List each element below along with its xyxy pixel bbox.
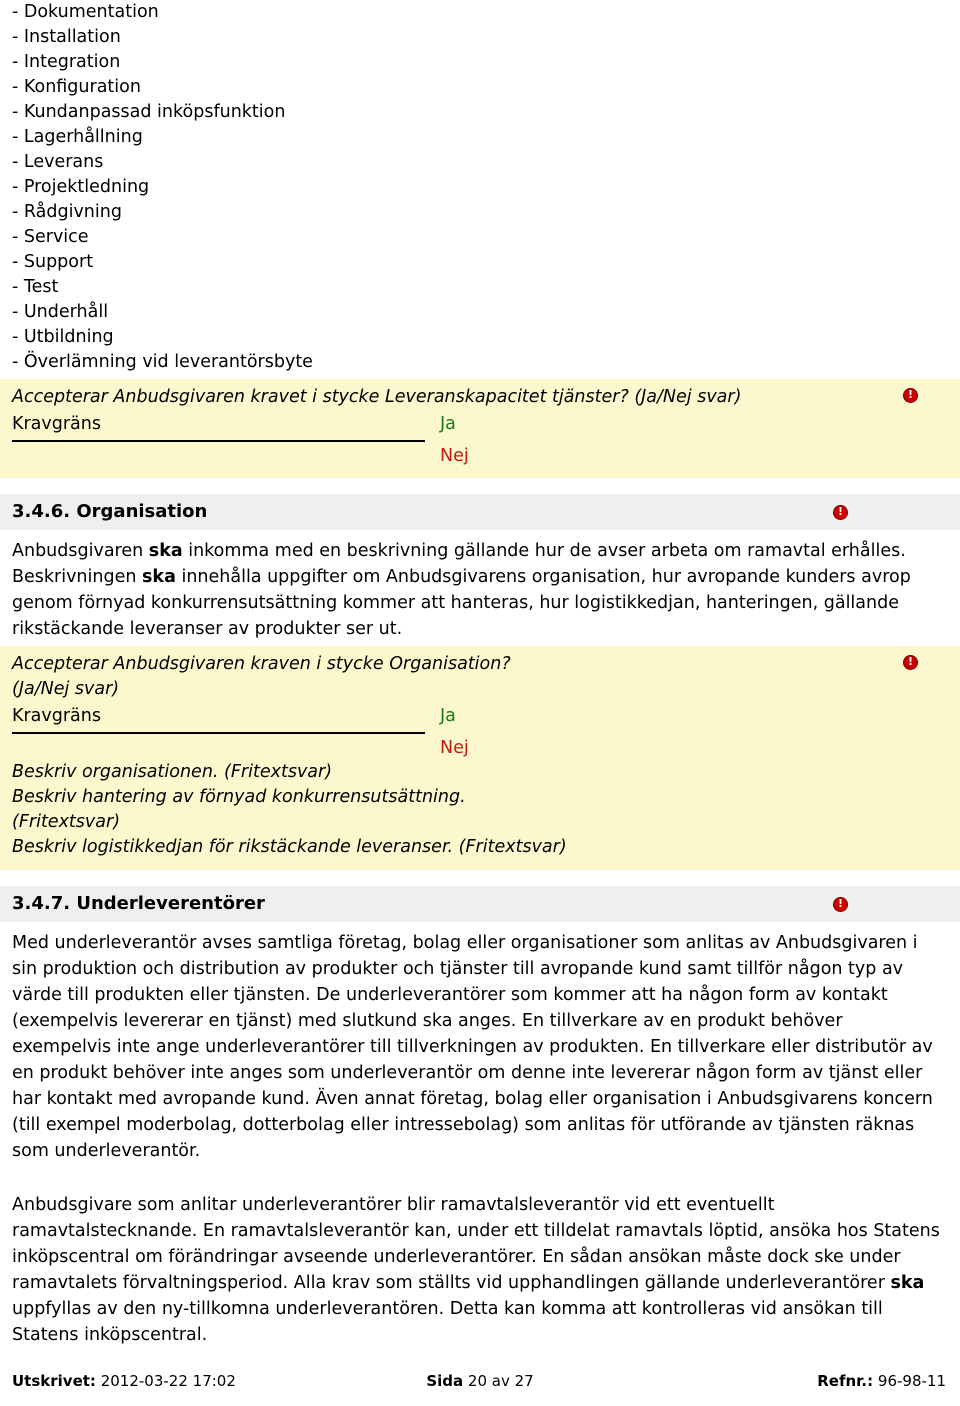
document-page: - Dokumentation - Installation - Integra… [0,0,960,1406]
section-347-paragraph-1: Med underleverantör avses samtliga föret… [12,933,933,1161]
freetext-prompt: (Fritextsvar) [12,812,121,832]
list-item: - Kundanpassad inköpsfunktion [12,102,286,122]
requirement-question-line1: Accepterar Anbudsgivaren kraven i stycke… [12,654,511,674]
emphasis-ska: ska [890,1273,925,1293]
section-title: 3.4.7. Underleverentörer [12,893,265,914]
footer-page-value: 20 av 27 [467,1372,534,1390]
list-item: - Projektledning [12,177,150,197]
list-item: - Support [12,252,94,272]
list-item: - Dokumentation [12,2,159,22]
list-item: - Underhåll [12,302,109,322]
list-item: - Rådgivning [12,202,122,222]
requirement-block-leveranskapacitet: Accepterar Anbudsgivaren kravet i stycke… [0,379,960,478]
kravgrans-label: Kravgräns [12,704,425,734]
list-item: - Utbildning [12,327,114,347]
section-347-paragraph-2: Anbudsgivare som anlitar underleverantör… [0,1192,960,1348]
answer-option-nej[interactable]: Nej [440,444,560,468]
footer-page: Sida 20 av 27 [0,1370,960,1392]
section-346-paragraph: Anbudsgivaren ska inkomma med en beskriv… [0,538,960,642]
requirement-question: Accepterar Anbudsgivaren kravet i stycke… [12,387,742,407]
kravgrans-label: Kravgräns [12,412,425,442]
answer-options: Ja Nej [440,412,560,468]
service-bullet-list: - Dokumentation - Installation - Integra… [0,0,960,375]
kravgrans-row: Kravgräns Ja Nej [0,704,960,760]
warning-exclamation-icon [833,897,848,912]
page-footer: Utskrivet: 2012-03-22 17:02 Sida 20 av 2… [0,1370,960,1392]
freetext-prompt: Beskriv hantering av förnyad konkurrensu… [12,787,466,807]
text-fragment: uppfyllas av den ny-tillkomna underlever… [12,1299,883,1345]
footer-page-label: Sida [426,1372,464,1390]
answer-option-ja[interactable]: Ja [440,412,560,436]
text-fragment: Anbudsgivaren [12,541,149,561]
answer-options: Ja Nej [440,704,560,760]
list-item: - Test [12,277,59,297]
list-item: - Integration [12,52,121,72]
footer-ref-label: Refnr.: [817,1372,874,1390]
answer-option-ja[interactable]: Ja [440,704,560,728]
requirement-block-organisation: Accepterar Anbudsgivaren kraven i stycke… [0,646,960,870]
list-item: - Konfiguration [12,77,141,97]
kravgrans-row: Kravgräns Ja Nej [0,412,960,468]
warning-exclamation-icon [903,655,918,670]
warning-exclamation-icon [833,505,848,520]
emphasis-ska: ska [148,541,183,561]
footer-ref: Refnr.: 96-98-11 [817,1370,946,1392]
text-fragment: Anbudsgivare som anlitar underleverantör… [12,1195,940,1293]
emphasis-ska: ska [142,567,176,587]
footer-ref-value: 96-98-11 [877,1372,946,1390]
list-item: - Leverans [12,152,104,172]
warning-exclamation-icon [903,388,918,403]
freetext-prompt: Beskriv organisationen. (Fritextsvar) [12,762,333,782]
freetext-prompt: Beskriv logistikkedjan för rikstäckande … [12,837,567,857]
section-heading-346: 3.4.6. Organisation [0,494,960,530]
list-item: - Installation [12,27,121,47]
section-heading-347: 3.4.7. Underleverentörer [0,886,960,922]
section-title: 3.4.6. Organisation [12,501,208,522]
list-item: - Överlämning vid leverantörsbyte [12,352,313,372]
answer-option-nej[interactable]: Nej [440,736,560,760]
requirement-question-line2: (Ja/Nej svar) [12,679,120,699]
list-item: - Service [12,227,89,247]
list-item: - Lagerhållning [12,127,143,147]
